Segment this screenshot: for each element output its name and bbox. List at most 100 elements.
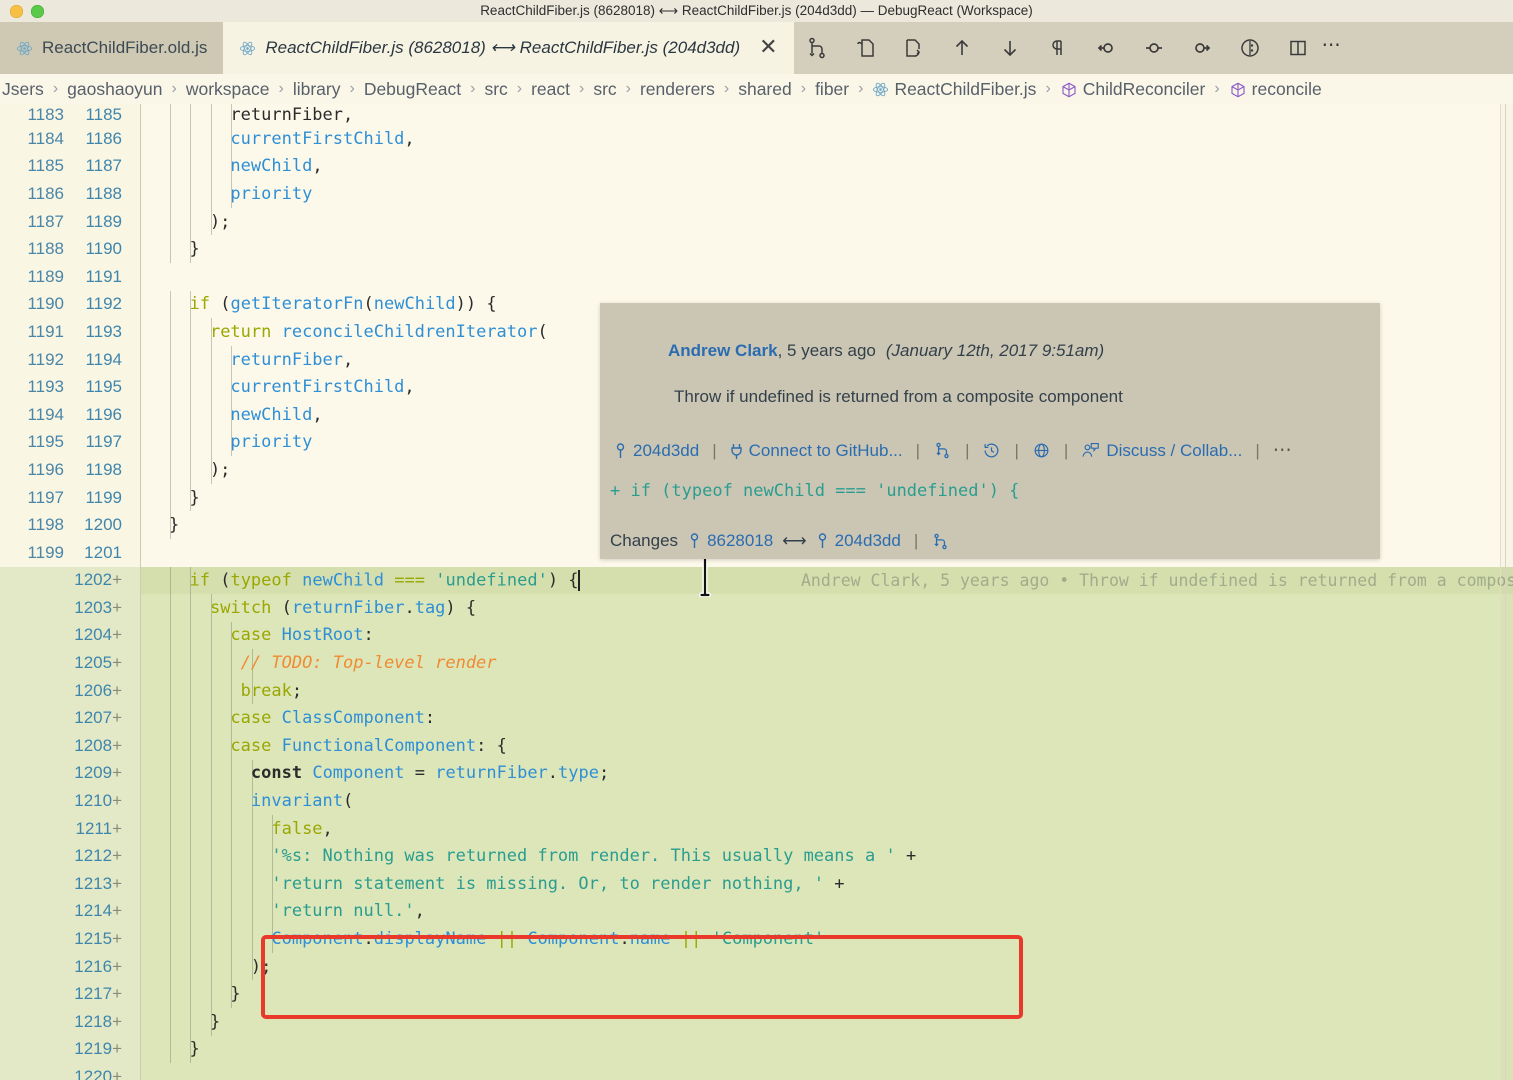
breadcrumb-item-reactchildfiber-js[interactable]: ReactChildFiber.js bbox=[870, 79, 1038, 100]
code-line[interactable]: 1188 1190 } bbox=[0, 235, 1513, 263]
code-line[interactable]: 1219+ } bbox=[0, 1035, 1513, 1064]
code-line[interactable]: 1213+ 'return statement is missing. Or, … bbox=[0, 870, 1513, 898]
code-line-content: returnFiber, bbox=[141, 104, 1513, 125]
line-number-gutter: 1206+ bbox=[0, 676, 140, 705]
code-line[interactable]: 1183 1185 returnFiber, bbox=[0, 104, 1513, 125]
next-revision-icon[interactable] bbox=[1178, 22, 1226, 74]
code-tokens: const Component = returnFiber.type; bbox=[250, 763, 610, 784]
code-tokens: 'return null.', bbox=[271, 901, 425, 922]
plug-icon bbox=[730, 443, 742, 459]
line-number-gutter: 1185 1187 bbox=[0, 152, 140, 181]
code-line[interactable]: 1206+ break; bbox=[0, 676, 1513, 705]
diff-editor: 1183 1185 returnFiber, 1184 1186 currentFir… bbox=[0, 104, 1513, 1080]
split-editor-icon[interactable] bbox=[1274, 22, 1322, 74]
code-line-content: break; bbox=[141, 676, 1513, 705]
code-line[interactable]: 1186 1188 priority bbox=[0, 180, 1513, 208]
breadcrumb-item-label: src bbox=[593, 78, 617, 99]
code-line[interactable]: 1210+ invariant( bbox=[0, 787, 1513, 815]
popup-discuss-label: Discuss / Collab... bbox=[1106, 440, 1243, 460]
breadcrumb-item-fiber[interactable]: fiber bbox=[813, 79, 851, 100]
popup-discuss-link[interactable]: Discuss / Collab... bbox=[1081, 441, 1242, 461]
code-line[interactable]: 1211+ false, bbox=[0, 814, 1513, 843]
separator-pipe: | bbox=[712, 440, 717, 460]
code-line[interactable]: 1218+ } bbox=[0, 1008, 1513, 1036]
next-difference-icon[interactable] bbox=[986, 22, 1034, 74]
breadcrumb-item-jsers[interactable]: Jsers bbox=[0, 79, 46, 100]
line-number-right: 1200 bbox=[84, 515, 122, 535]
code-line[interactable]: 1216+ ); bbox=[0, 952, 1513, 981]
window-controls[interactable] bbox=[0, 4, 44, 18]
breadcrumb-separator: › bbox=[723, 80, 730, 97]
line-number-left: 1187 bbox=[27, 211, 64, 231]
popup-connect-github-link[interactable]: Connect to GitHub... bbox=[730, 441, 903, 461]
line-number-gutter: 1189 1191 bbox=[0, 262, 140, 291]
vertical-scrollbar[interactable] bbox=[1501, 104, 1513, 1080]
tab-reactchildfiber-diff[interactable]: ReactChildFiber.js (8628018) ⟷ ReactChil… bbox=[223, 22, 788, 74]
show-whitespace-icon[interactable] bbox=[1034, 22, 1082, 74]
code-line[interactable]: 1205+ // TODO: Top-level render bbox=[0, 649, 1513, 677]
code-line[interactable]: 1214+ 'return null.', bbox=[0, 897, 1513, 926]
popup-history-icon-button[interactable] bbox=[982, 441, 1001, 460]
breadcrumb-item-debugreact[interactable]: DebugReact bbox=[362, 79, 463, 100]
breadcrumb-item-react[interactable]: react bbox=[529, 79, 572, 100]
code-line[interactable]: 1203+ switch (returnFiber.tag) { bbox=[0, 594, 1513, 622]
breadcrumb-item-gaoshaoyun[interactable]: gaoshaoyun bbox=[65, 79, 164, 100]
code-tokens: } bbox=[169, 487, 200, 508]
previous-difference-icon[interactable] bbox=[938, 22, 986, 74]
code-line[interactable]: 1208+ case FunctionalComponent: { bbox=[0, 732, 1513, 760]
line-number-right: 1187 bbox=[85, 156, 122, 176]
zoom-button[interactable] bbox=[31, 4, 44, 18]
tab-reactchildfiber-old[interactable]: ReactChildFiber.old.js bbox=[0, 22, 224, 74]
revert-file-icon[interactable] bbox=[890, 22, 938, 74]
line-number-left: 1183 bbox=[27, 104, 64, 124]
breadcrumb-item-src[interactable]: src bbox=[482, 79, 509, 100]
code-line[interactable]: 1185 1187 newChild, bbox=[0, 152, 1513, 181]
breadcrumb-item-library[interactable]: library bbox=[291, 79, 343, 100]
popup-changes-to-link[interactable]: 204d3dd bbox=[816, 531, 901, 551]
breadcrumb-item-shared[interactable]: shared bbox=[736, 79, 794, 100]
tab-close-icon[interactable]: ✕ bbox=[749, 35, 781, 61]
code-line[interactable]: 1189 1191 bbox=[0, 262, 1513, 291]
annotate-icon[interactable] bbox=[1226, 22, 1274, 74]
code-area[interactable]: 1183 1185 returnFiber, 1184 1186 currentFir… bbox=[0, 104, 1513, 1080]
code-line[interactable]: 1184 1186 currentFirstChild, bbox=[0, 125, 1513, 153]
previous-revision-icon[interactable] bbox=[1082, 22, 1130, 74]
popup-compare-icon-button[interactable] bbox=[933, 441, 952, 460]
line-number-right: 1196 bbox=[85, 404, 122, 424]
code-line[interactable]: 1215+ Component.displayName || Component… bbox=[0, 925, 1513, 953]
breadcrumb-item-renderers[interactable]: renderers bbox=[638, 79, 717, 100]
popup-changes-from-link[interactable]: 8628018 bbox=[688, 531, 773, 551]
code-line-content: case ClassComponent: bbox=[141, 704, 1513, 733]
code-line[interactable]: 1220+ bbox=[0, 1063, 1513, 1080]
compare-revisions-icon[interactable] bbox=[794, 22, 842, 74]
code-line[interactable]: 1187 1189 ); bbox=[0, 207, 1513, 236]
breadcrumb-item-workspace[interactable]: workspace bbox=[184, 79, 272, 100]
code-tokens: returnFiber, bbox=[169, 104, 354, 125]
breadcrumb-separator: › bbox=[349, 80, 355, 97]
popup-revision-link[interactable]: 204d3dd bbox=[614, 441, 699, 461]
code-line[interactable]: 1212+ '%s: Nothing was returned from ren… bbox=[0, 842, 1513, 871]
toolbar-overflow-icon[interactable]: ⋯ bbox=[1322, 36, 1341, 61]
popup-author-link[interactable]: Andrew Clark bbox=[668, 341, 778, 360]
popup-more-actions-button[interactable]: ⋯ bbox=[1273, 439, 1292, 462]
current-revision-icon[interactable] bbox=[1130, 22, 1178, 74]
line-number-gutter: 1212+ bbox=[0, 842, 140, 871]
code-line[interactable]: 1207+ case ClassComponent: bbox=[0, 704, 1513, 733]
copy-to-other-side-icon[interactable] bbox=[842, 22, 890, 74]
breadcrumb-item-reconcile[interactable]: reconcile bbox=[1227, 79, 1324, 100]
code-line[interactable]: 1217+ } bbox=[0, 980, 1513, 1008]
breadcrumb-item-label: reconcile bbox=[1251, 78, 1322, 99]
breadcrumb-item-childreconciler[interactable]: ChildReconciler bbox=[1058, 79, 1208, 100]
popup-open-in-browser-button[interactable] bbox=[1032, 441, 1051, 460]
line-number-right: 1206+ bbox=[74, 680, 122, 700]
line-number-gutter: 1211+ bbox=[0, 814, 140, 843]
popup-changes-compare-button[interactable] bbox=[931, 532, 950, 551]
code-line[interactable]: 1209+ const Component = returnFiber.type… bbox=[0, 759, 1513, 788]
commit-info-popup[interactable]: Andrew Clark, 5 years ago (January 12th, … bbox=[600, 303, 1380, 559]
breadcrumb-separator: › bbox=[800, 80, 807, 97]
code-line[interactable]: 1204+ case HostRoot: bbox=[0, 621, 1513, 650]
code-line[interactable]: 1202+ if (typeof newChild === 'undefined… bbox=[0, 566, 1513, 595]
code-tokens: ); bbox=[169, 211, 231, 232]
breadcrumb-item-src[interactable]: src bbox=[591, 79, 618, 100]
minimize-button[interactable] bbox=[10, 4, 23, 18]
